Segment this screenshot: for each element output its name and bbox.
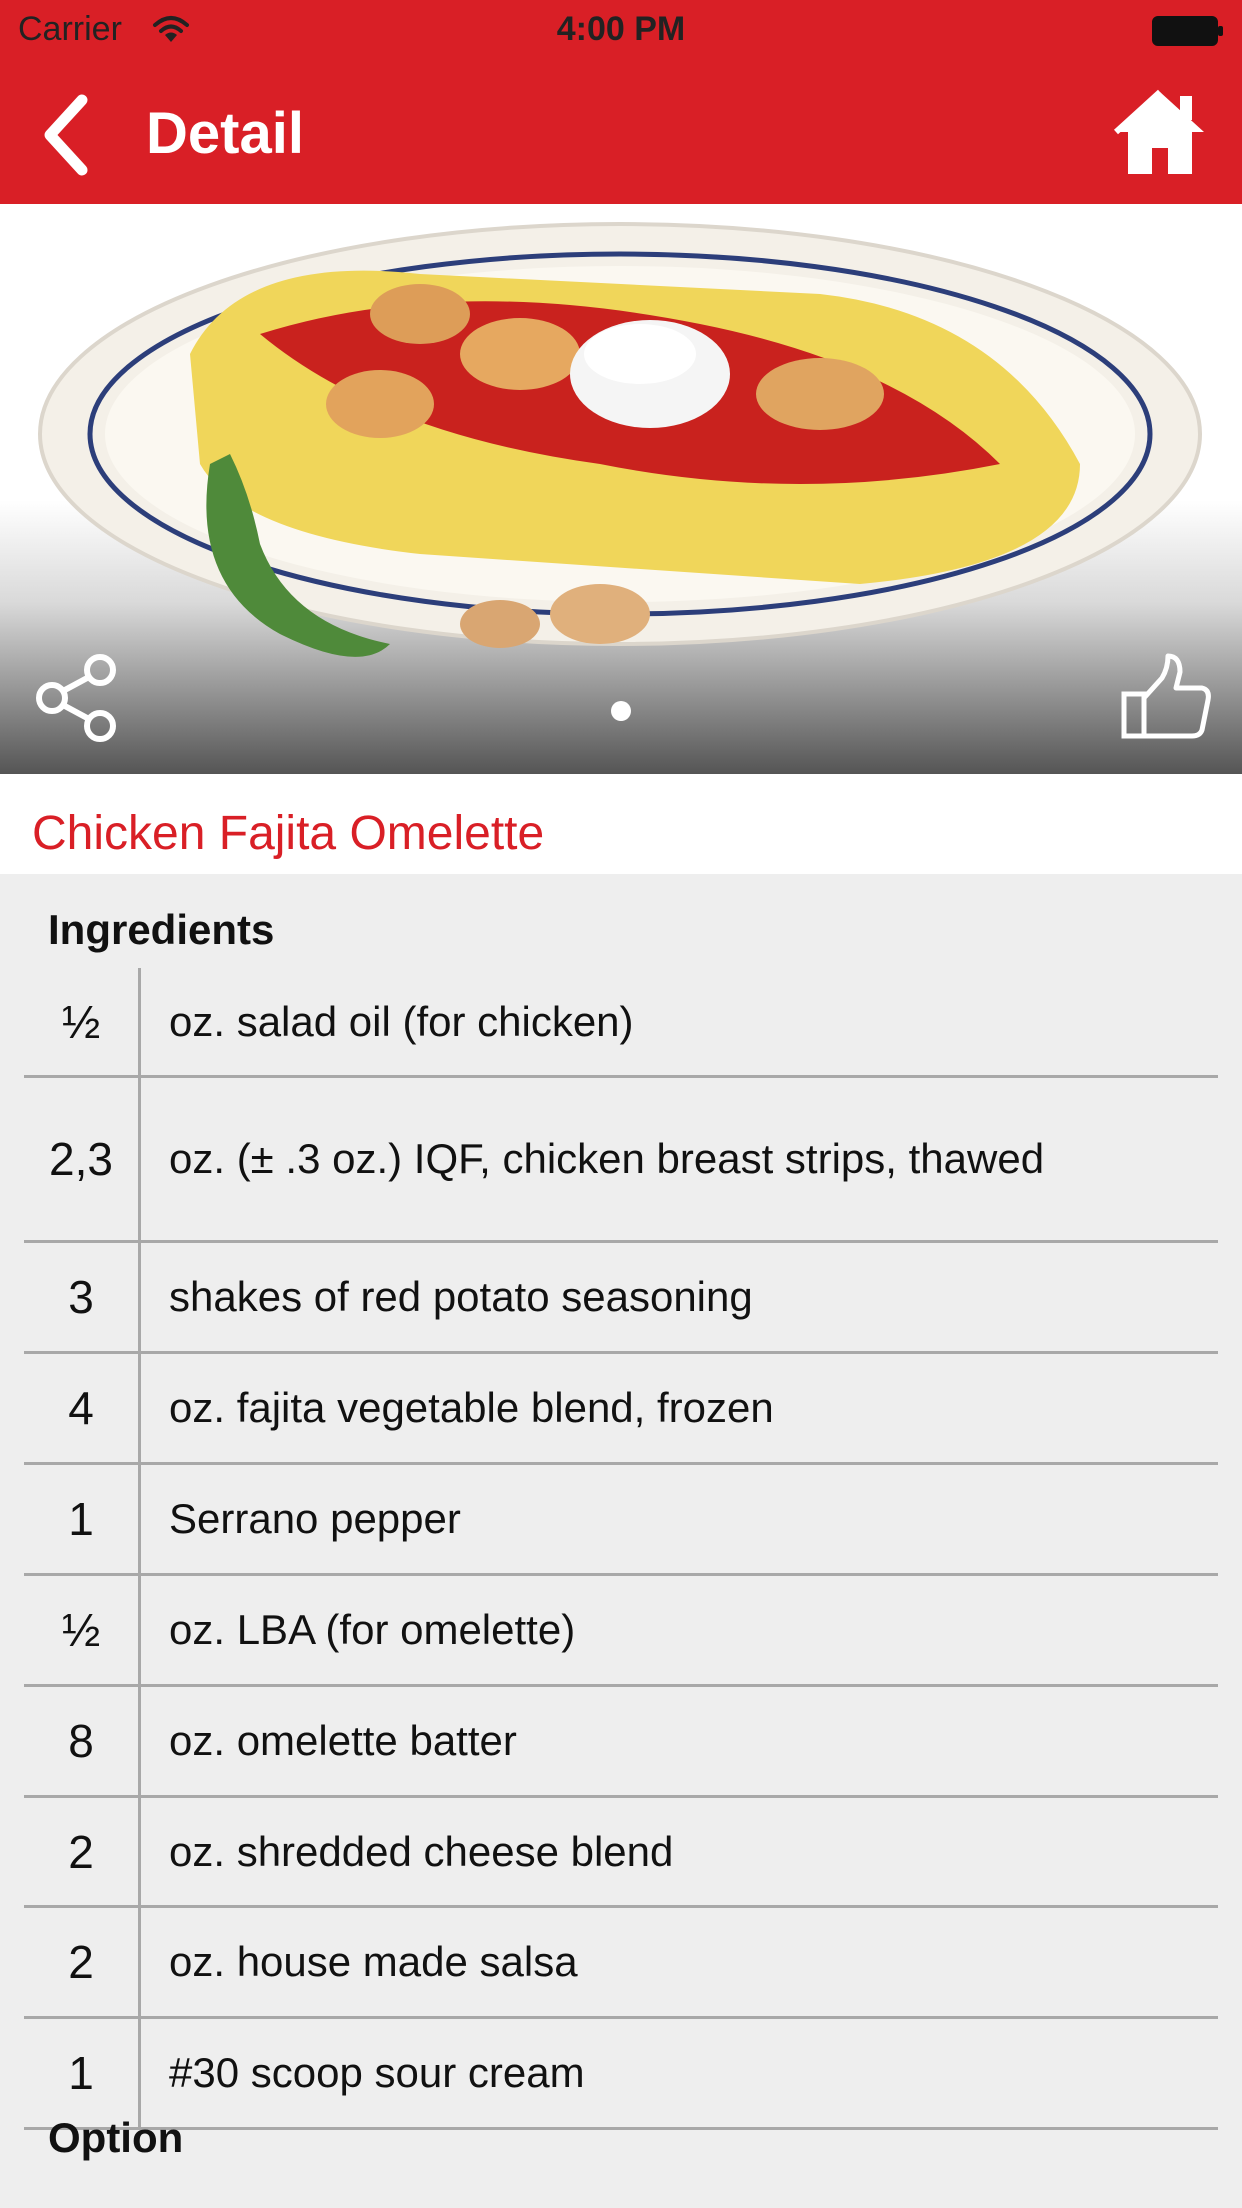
ingredient-desc: oz. shredded cheese blend <box>169 1827 674 1875</box>
ingredient-row: 2 oz. shredded cheese blend <box>24 1798 1218 1908</box>
ingredient-desc: #30 scoop sour cream <box>169 2049 585 2096</box>
ingredient-qty: 1 <box>24 2019 141 2127</box>
ingredients-heading: Ingredients <box>48 906 275 953</box>
app-header: Carrier 4:00 PM Detail <box>0 0 1242 204</box>
ingredient-desc: Serrano pepper <box>169 1495 461 1542</box>
option-heading: Option <box>48 2114 184 2161</box>
page-indicator-dot[interactable] <box>611 701 631 721</box>
status-bar: Carrier 4:00 PM <box>0 0 1242 60</box>
ingredient-row: 1 Serrano pepper <box>24 1465 1218 1576</box>
ingredient-row: 1 #30 scoop sour cream <box>24 2019 1218 2130</box>
recipe-photo <box>38 222 1202 657</box>
ingredient-desc: shakes of red potato seasoning <box>169 1273 753 1320</box>
ingredient-row: ½ oz. LBA (for omelette) <box>24 1576 1218 1687</box>
ingredient-desc: oz. (± .3 oz.) IQF, chicken breast strip… <box>169 1135 1045 1182</box>
page-title: Detail <box>146 101 304 166</box>
navigation-bar: Detail <box>0 60 1242 204</box>
ingredient-row: 2 oz. house made salsa <box>24 1908 1218 2019</box>
home-icon[interactable] <box>1110 86 1210 178</box>
ingredient-qty: 1 <box>24 1465 141 1573</box>
ingredients-table: ½ oz. salad oil (for chicken) 2,3 oz. (±… <box>24 968 1218 2130</box>
ingredient-row: 3 shakes of red potato seasoning <box>24 1243 1218 1354</box>
recipe-title: Chicken Fajita Omelette <box>32 807 545 860</box>
ingredient-qty: 2,3 <box>24 1078 141 1240</box>
ingredient-desc: oz. LBA (for omelette) <box>169 1606 576 1653</box>
ingredient-qty: ½ <box>24 1576 141 1684</box>
ingredient-qty: 2 <box>24 1798 141 1905</box>
thumbs-up-icon[interactable] <box>1118 648 1214 744</box>
share-icon[interactable] <box>28 650 124 746</box>
back-button[interactable] <box>30 90 110 180</box>
status-time: 4:00 PM <box>556 10 686 48</box>
ingredient-qty: ½ <box>24 968 141 1075</box>
ingredient-row: 2,3 oz. (± .3 oz.) IQF, chicken breast s… <box>24 1078 1218 1243</box>
ingredient-desc: oz. omelette batter <box>169 1717 517 1764</box>
ingredient-qty: 2 <box>24 1908 141 2016</box>
recipe-image-carousel[interactable] <box>0 204 1242 774</box>
ingredient-qty: 4 <box>24 1354 141 1462</box>
ingredient-row: ½ oz. salad oil (for chicken) <box>24 968 1218 1078</box>
ingredient-desc: oz. fajita vegetable blend, frozen <box>169 1384 774 1431</box>
ingredient-row: 8 oz. omelette batter <box>24 1687 1218 1798</box>
recipe-details: Ingredients ½ oz. salad oil (for chicken… <box>0 874 1242 2208</box>
ingredient-row: 4 oz. fajita vegetable blend, frozen <box>24 1354 1218 1465</box>
ingredient-desc: oz. house made salsa <box>169 1938 578 1985</box>
ingredient-desc: oz. salad oil (for chicken) <box>169 997 634 1045</box>
ingredient-qty: 3 <box>24 1243 141 1351</box>
battery-icon <box>1152 16 1223 46</box>
ingredient-qty: 8 <box>24 1687 141 1795</box>
